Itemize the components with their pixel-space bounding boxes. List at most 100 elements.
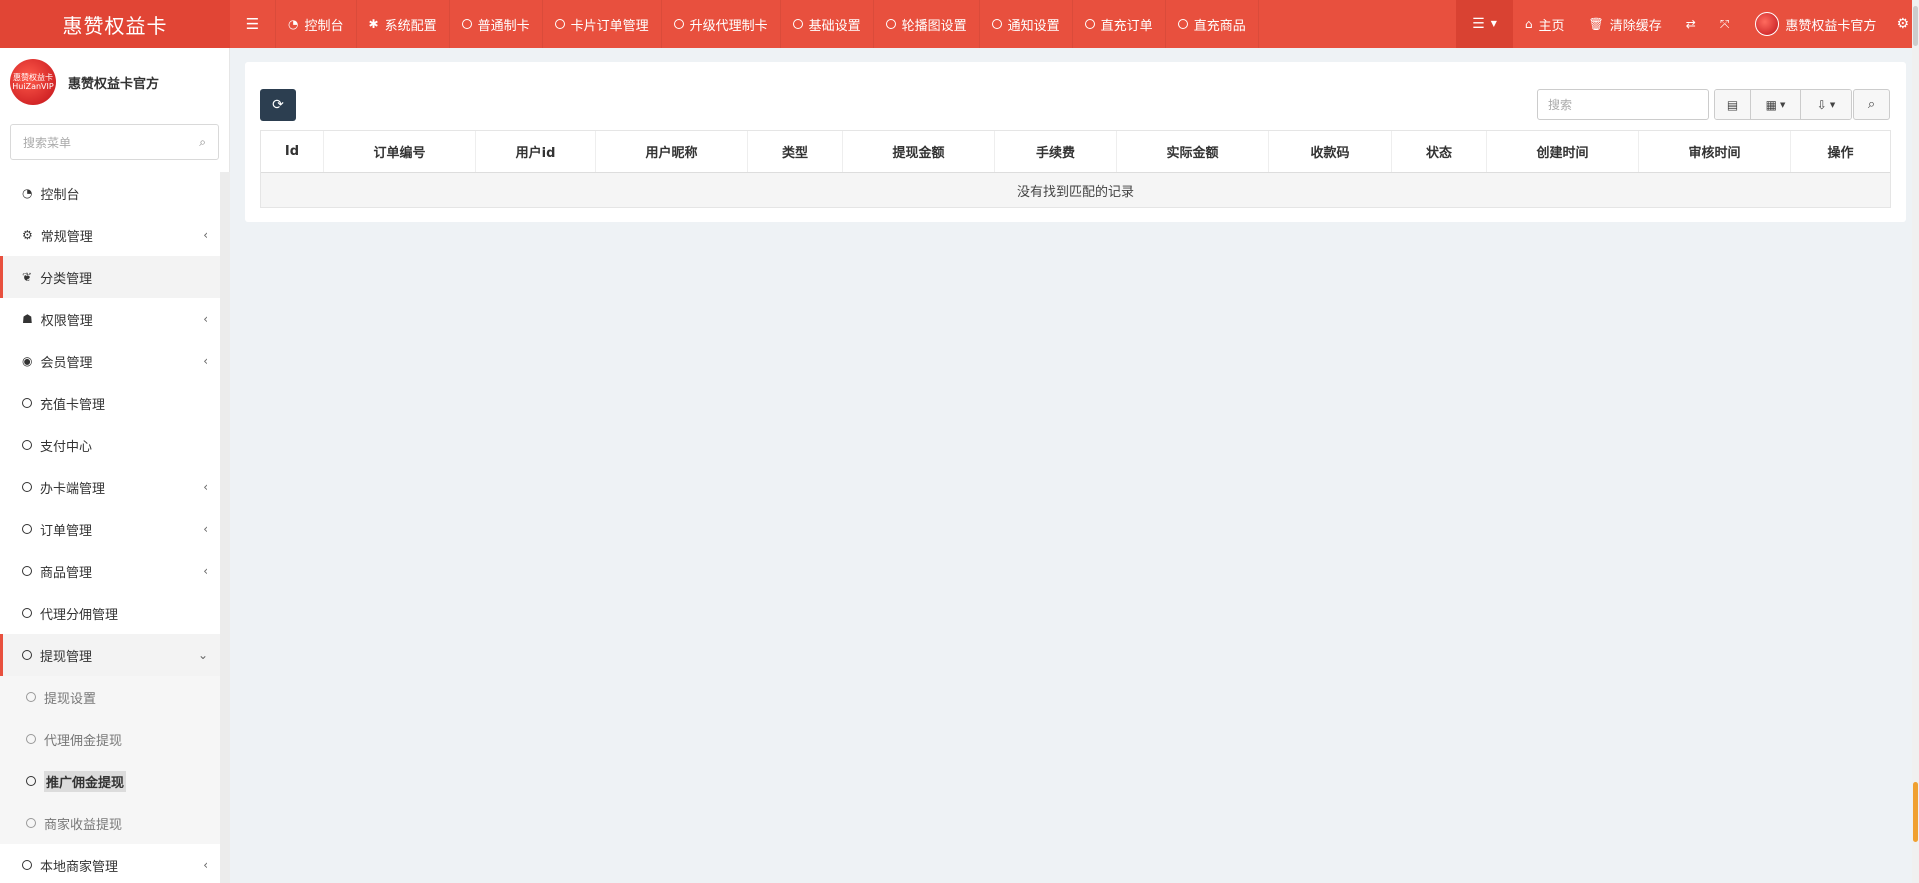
chevron-left-icon: ‹ [203, 312, 208, 326]
sidebar-item-orders[interactable]: 订单管理 ‹ [0, 508, 220, 550]
sidebar-item-withdraw[interactable]: 提现管理 ⌄ [0, 634, 220, 676]
sidebar-item-agent-commission[interactable]: 代理分佣管理 [0, 592, 220, 634]
topnav-item-dashboard[interactable]: ◔ 控制台 [276, 0, 357, 48]
withdraw-submenu: 提现设置 代理佣金提现 推广佣金提现 商家收益提现 [0, 676, 220, 844]
avatar [1755, 12, 1780, 36]
topnav-item-carousel-settings[interactable]: 轮播图设置 [874, 0, 980, 48]
scrollbar-top-thumb[interactable] [1913, 6, 1918, 46]
top-nav-right: ☰ ▼ ⌂ 主页 🗑 清除缓存 ⇄ ⤧ 惠赞权益卡官方 ⚙ [1456, 0, 1919, 48]
sidebar-item-goods[interactable]: 商品管理 ‹ [0, 550, 220, 592]
content-panel: ⟳ 搜索 ▤ ▦ ▼ ⇩ ▼ ⌕ Id 订单编号 用户id 用户昵称 类型 提现… [245, 62, 1906, 222]
circle-icon [554, 19, 565, 29]
caret-down-icon: ▼ [1779, 100, 1786, 109]
gear-icon: ✱ [368, 17, 379, 31]
circle-icon [461, 19, 472, 29]
user-menu[interactable]: 惠赞权益卡官方 [1741, 0, 1890, 48]
column-header[interactable]: 类型 [748, 131, 843, 172]
circle-icon [22, 566, 32, 576]
sidebar-subitem-withdraw-settings[interactable]: 提现设置 [0, 676, 220, 718]
top-navbar: 惠赞权益卡 ☰ ◔ 控制台 ✱ 系统配置 普通制卡 卡片订单管理 升级代理制卡 … [0, 0, 1919, 48]
sidebar-subitem-merchant-withdraw[interactable]: 商家收益提现 [0, 802, 220, 844]
hamburger-icon: ☰ [245, 14, 260, 33]
circle-icon [1177, 19, 1188, 29]
sidebar-subitem-promo-withdraw[interactable]: 推广佣金提现 [0, 760, 220, 802]
chevron-left-icon: ‹ [203, 480, 208, 494]
table-search-input[interactable]: 搜索 [1537, 89, 1709, 120]
column-header[interactable]: 手续费 [995, 131, 1117, 172]
sidebar-item-local-merchants[interactable]: 本地商家管理 ‹ [0, 844, 220, 883]
sidebar-item-auth[interactable]: ☗ 权限管理 ‹ [0, 298, 220, 340]
column-header[interactable]: 用户id [476, 131, 596, 172]
dashboard-icon: ◔ [22, 186, 33, 200]
columns-dropdown-button[interactable]: ▦ ▼ [1751, 90, 1801, 119]
sidebar-item-dashboard[interactable]: ◔ 控制台 [0, 172, 220, 214]
top-nav: ☰ ◔ 控制台 ✱ 系统配置 普通制卡 卡片订单管理 升级代理制卡 基础设置 轮… [230, 0, 1259, 48]
circle-icon [22, 650, 32, 660]
advanced-search-button[interactable]: ⌕ [1853, 89, 1890, 120]
sidebar-item-card-client[interactable]: 办卡端管理 ‹ [0, 466, 220, 508]
topnav-item-normal-card[interactable]: 普通制卡 [450, 0, 543, 48]
topnav-item-recharge-orders[interactable]: 直充订单 [1073, 0, 1166, 48]
chevron-left-icon: ‹ [203, 354, 208, 368]
column-header[interactable]: 用户昵称 [596, 131, 748, 172]
leaf-icon: ❦ [22, 270, 33, 284]
clear-cache-button[interactable]: 🗑 清除缓存 [1577, 0, 1674, 48]
column-header[interactable]: Id [261, 131, 324, 172]
circle-icon [26, 776, 36, 786]
column-header[interactable]: 订单编号 [324, 131, 476, 172]
circle-icon [22, 860, 32, 870]
circle-icon [22, 440, 32, 450]
refresh-button[interactable]: ⟳ [260, 89, 296, 121]
home-icon: ⌂ [1524, 17, 1533, 31]
sidebar-scrollbar[interactable] [220, 172, 230, 883]
profile-name: 惠赞权益卡官方 [68, 76, 160, 92]
sidebar-toggle-button[interactable]: ☰ [230, 0, 276, 48]
cogs-icon: ⚙ [1896, 16, 1909, 32]
topnav-item-notify-settings[interactable]: 通知设置 [980, 0, 1073, 48]
column-header[interactable]: 操作 [1791, 131, 1890, 172]
sidebar-subitem-agent-withdraw[interactable]: 代理佣金提现 [0, 718, 220, 760]
circle-icon [885, 19, 896, 29]
sidebar-search-input[interactable]: 搜索菜单 ⌕ [10, 124, 219, 160]
topnav-item-basic-settings[interactable]: 基础设置 [781, 0, 874, 48]
sidebar-item-category[interactable]: ❦ 分类管理 [0, 256, 220, 298]
column-header[interactable]: 创建时间 [1487, 131, 1639, 172]
export-dropdown-button[interactable]: ⇩ ▼ [1801, 90, 1851, 119]
sidebar-item-general[interactable]: ⚙ 常规管理 ‹ [0, 214, 220, 256]
column-header[interactable]: 审核时间 [1639, 131, 1791, 172]
topnav-item-system-config[interactable]: ✱ 系统配置 [357, 0, 450, 48]
caret-down-icon: ▼ [1490, 19, 1497, 28]
empty-table-message: 没有找到匹配的记录 [261, 173, 1890, 207]
sidebar-item-members[interactable]: ◉ 会员管理 ‹ [0, 340, 220, 382]
topnav-item-recharge-goods[interactable]: 直充商品 [1166, 0, 1259, 48]
trash-icon: 🗑 [1588, 17, 1604, 31]
circle-icon [991, 19, 1002, 29]
scrollbar-thumb[interactable] [1913, 782, 1918, 842]
column-header[interactable]: 状态 [1392, 131, 1487, 172]
chevron-left-icon: ‹ [203, 522, 208, 536]
more-menu-dropdown[interactable]: ☰ ▼ [1456, 0, 1513, 48]
refresh-icon: ⟳ [272, 97, 284, 113]
column-header[interactable]: 提现金额 [843, 131, 995, 172]
page-scrollbar[interactable] [1912, 0, 1919, 883]
column-header[interactable]: 收款码 [1269, 131, 1392, 172]
topnav-item-agent-card[interactable]: 升级代理制卡 [662, 0, 781, 48]
language-button[interactable]: ⇄ [1674, 0, 1708, 48]
toggle-view-button[interactable]: ▤ [1715, 90, 1751, 119]
chevron-down-icon: ⌄ [197, 648, 208, 662]
fullscreen-button[interactable]: ⤧ [1708, 0, 1742, 48]
topnav-item-card-orders[interactable]: 卡片订单管理 [543, 0, 662, 48]
sidebar-item-payment[interactable]: 支付中心 [0, 424, 220, 466]
circle-icon [792, 19, 803, 29]
circle-icon [22, 482, 32, 492]
circle-icon [22, 524, 32, 534]
column-header[interactable]: 实际金额 [1117, 131, 1269, 172]
circle-icon [26, 692, 36, 702]
circle-icon [22, 608, 32, 618]
sidebar: 惠赞权益卡 HuiZanVIP 惠赞权益卡官方 搜索菜单 ⌕ ◔ 控制台 ⚙ 常… [0, 48, 230, 883]
sidebar-item-recharge-card[interactable]: 充值卡管理 [0, 382, 220, 424]
brand-logo[interactable]: 惠赞权益卡 [0, 0, 230, 48]
home-link[interactable]: ⌂ 主页 [1513, 0, 1577, 48]
circle-icon [26, 818, 36, 828]
grid-icon: ▦ [1765, 97, 1777, 112]
